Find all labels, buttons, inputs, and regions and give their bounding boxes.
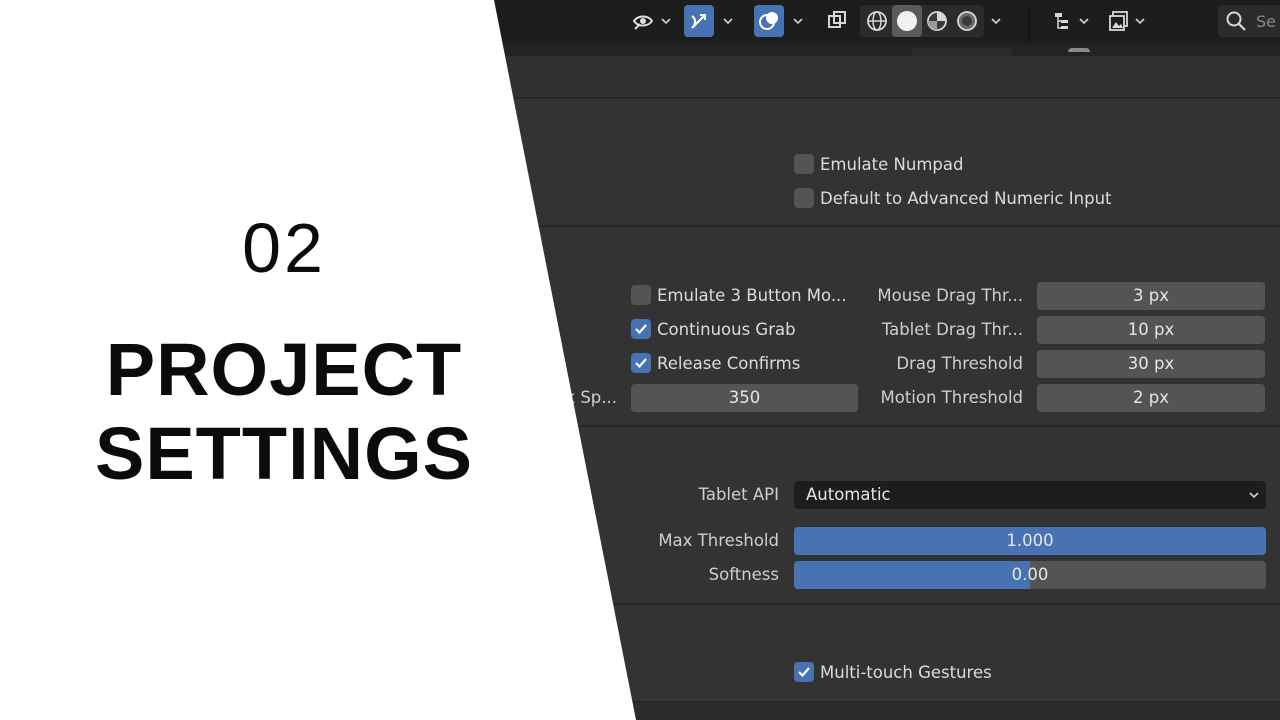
multitouch-gestures-checkbox[interactable]: Multi-touch Gestures: [794, 659, 992, 685]
double-click-speed-field[interactable]: 350: [631, 384, 858, 412]
emulate-3-button-mouse-label: Emulate 3 Button Mo...: [657, 285, 847, 305]
chevron-down-icon[interactable]: [1076, 5, 1092, 37]
xray-icon[interactable]: [822, 5, 852, 37]
chevron-down-icon[interactable]: [658, 5, 674, 37]
release-confirms-label: Release Confirms: [657, 353, 801, 373]
checkbox-box[interactable]: [631, 353, 651, 373]
tablet-drag-threshold-field[interactable]: 10 px: [1037, 316, 1265, 344]
tablet-api-label: Tablet API: [698, 485, 780, 504]
softness-slider[interactable]: 0.00: [794, 561, 1266, 589]
checkmark-icon: [635, 324, 647, 335]
tablet-api-dropdown[interactable]: Automatic: [794, 481, 1266, 509]
rendered-shading-icon[interactable]: [952, 5, 982, 37]
continuous-grab-checkbox[interactable]: Continuous Grab: [631, 316, 796, 342]
image-view-icon[interactable]: [1104, 5, 1134, 37]
episode-title: PROJECT SETTINGS: [0, 328, 568, 496]
checkmark-icon: [798, 667, 810, 678]
motion-threshold-label: Motion Threshold: [880, 388, 1024, 407]
search-field[interactable]: Se: [1218, 5, 1280, 37]
max-threshold-label: Max Threshold: [658, 531, 779, 550]
mouse-drag-threshold-label: Mouse Drag Thr...: [877, 286, 1023, 305]
tablet-drag-threshold-value: 10 px: [1127, 320, 1175, 339]
tablet-drag-threshold-label: Tablet Drag Thr...: [881, 320, 1023, 339]
max-threshold-slider[interactable]: 1.000: [794, 527, 1266, 555]
overlays-icon[interactable]: [754, 5, 784, 37]
chevron-down-icon[interactable]: [1132, 5, 1148, 37]
checkbox-box[interactable]: [631, 319, 651, 339]
emulate-numpad-checkbox[interactable]: Emulate Numpad: [794, 151, 963, 177]
outliner-filter-icon[interactable]: [1048, 5, 1078, 37]
checkbox-box[interactable]: [794, 662, 814, 682]
emulate-numpad-label: Emulate Numpad: [820, 154, 964, 174]
gizmo-icon[interactable]: [684, 5, 714, 37]
episode-number: 02: [242, 209, 326, 287]
release-confirms-checkbox[interactable]: Release Confirms: [631, 350, 800, 376]
checkmark-icon: [635, 358, 647, 369]
motion-threshold-value: 2 px: [1133, 388, 1169, 407]
episode-title-line-1: PROJECT: [105, 328, 463, 411]
drag-threshold-value: 30 px: [1127, 354, 1175, 373]
advanced-numeric-input-label: Default to Advanced Numeric Input: [820, 188, 1112, 208]
checkbox-box[interactable]: [794, 188, 814, 208]
search-icon: [1226, 11, 1246, 31]
chevron-down-icon: [1249, 492, 1259, 499]
motion-threshold-field[interactable]: 2 px: [1037, 384, 1265, 412]
softness-value: 0.00: [1011, 565, 1049, 584]
wireframe-shading-icon[interactable]: [862, 5, 892, 37]
softness-label: Softness: [708, 565, 779, 584]
emulate-3-button-mouse-checkbox[interactable]: Emulate 3 Button Mo...: [631, 282, 847, 308]
chevron-down-icon[interactable]: [790, 5, 806, 37]
episode-title-line-2: SETTINGS: [94, 412, 474, 495]
toolbar-divider: [1028, 6, 1030, 42]
continuous-grab-label: Continuous Grab: [657, 319, 796, 339]
drag-threshold-field[interactable]: 30 px: [1037, 350, 1265, 378]
editor-tab: [912, 48, 1012, 56]
mouse-drag-threshold-value: 3 px: [1133, 286, 1169, 305]
chevron-down-icon[interactable]: [720, 5, 736, 37]
advanced-numeric-input-checkbox[interactable]: Default to Advanced Numeric Input: [794, 185, 1112, 211]
resize-handle[interactable]: [1068, 48, 1090, 52]
checkbox-box[interactable]: [631, 285, 651, 305]
drag-threshold-label: Drag Threshold: [896, 354, 1023, 373]
visibility-icon[interactable]: [628, 5, 658, 37]
solid-shading-icon[interactable]: [892, 5, 922, 37]
checkbox-box[interactable]: [794, 154, 814, 174]
tablet-api-value: Automatic: [806, 485, 891, 504]
mouse-drag-threshold-field[interactable]: 3 px: [1037, 282, 1265, 310]
max-threshold-value: 1.000: [1006, 531, 1054, 550]
multitouch-gestures-label: Multi-touch Gestures: [820, 662, 992, 682]
search-placeholder: Se: [1256, 11, 1276, 31]
chevron-down-icon[interactable]: [988, 5, 1004, 37]
double-click-speed-value: 350: [728, 388, 761, 407]
material-shading-icon[interactable]: [922, 5, 952, 37]
softness-fill: [794, 561, 1030, 589]
